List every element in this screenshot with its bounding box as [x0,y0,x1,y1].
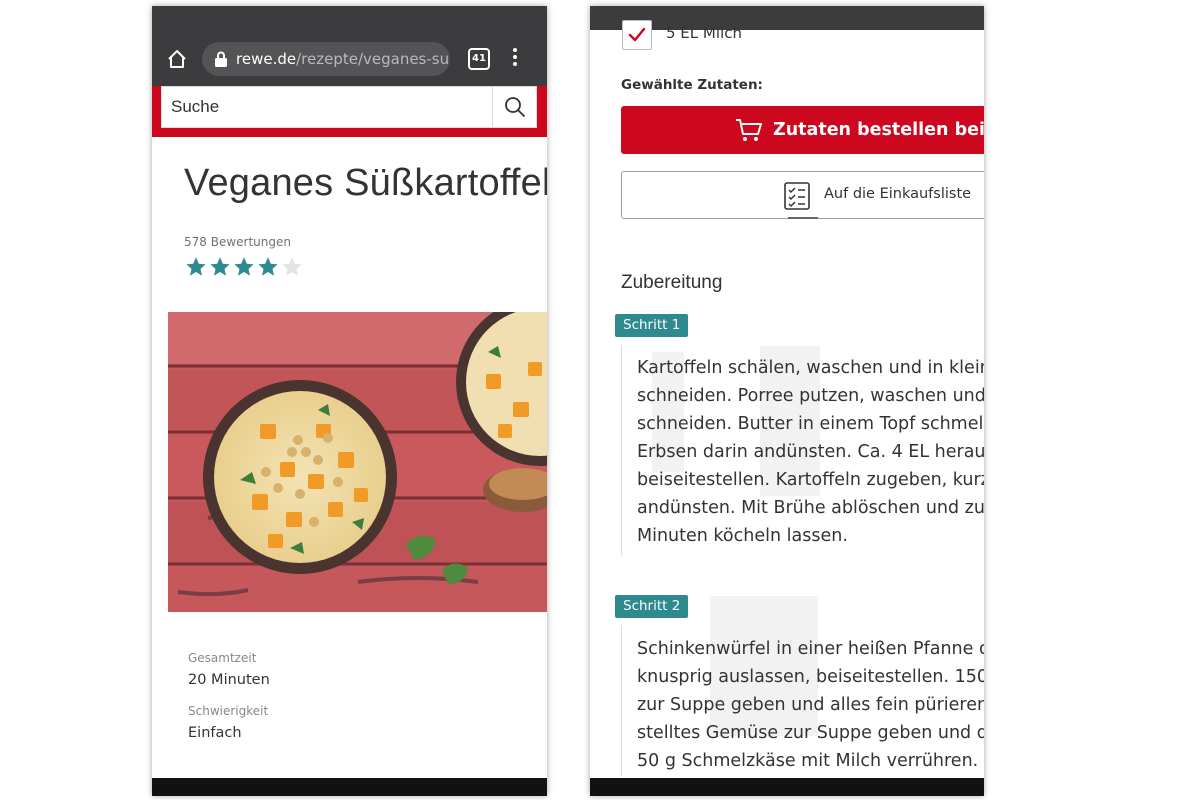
difficulty-value: Einfach [188,725,242,741]
home-icon[interactable] [166,48,188,70]
step-line-text: 50 g Schmelzkäse mit Milch verrühren. Su [637,751,984,771]
recipe-title: Veganes Süßkartoffel-C [184,162,547,204]
total-time-label: Gesamtzeit [188,651,257,665]
step-line-text: beiseitestellen. Kartoffeln zugeben, kur… [637,470,984,490]
step-line-text: andünsten. Mit Brühe ablöschen und zuge [637,498,984,518]
ingredient-label: 5 EL Milch [666,24,742,42]
star-filled-icon [210,257,230,276]
checklist-icon [784,182,810,210]
step-line-text: Schinkenwürfel in einer heißen Pfanne oh [637,639,984,659]
lock-icon [215,51,227,67]
step-line-text: schneiden. Butter in einem Topf schmelze [637,414,984,434]
rating-count: 578 Bewertungen [184,235,291,249]
cart-icon [736,119,762,141]
step-badge: Schritt 2 [615,595,689,618]
check-icon [628,27,646,42]
recipe-photo [168,312,547,612]
left-phone-screen: rewe.de/rezepte/veganes-suc 41 Veganes S… [152,6,547,796]
gap [547,0,590,800]
url-path: /rezepte/veganes-suc [296,50,450,68]
shopping-list-label: Auf die Einkaufsliste [824,186,972,202]
add-to-shopping-list-button[interactable]: Auf die Einkaufsliste [621,171,984,219]
preparation-title: Zubereitung [621,272,723,293]
system-nav-bar [152,778,547,796]
selected-ingredients-label: Gewählte Zutaten: [621,77,763,93]
underline [788,217,818,219]
difficulty-label: Schwierigkeit [188,704,269,718]
system-nav-bar [590,778,984,796]
step-line-text: schneiden. Porree putzen, waschen und in [637,386,984,406]
step-line-text: knusprig auslassen, beiseitestellen. 150… [637,667,984,687]
search-band [152,86,547,137]
step-line-text: Kartoffeln schälen, waschen und in klein… [637,358,984,378]
step-line-text: Erbsen darin andünsten. Ca. 4 EL herausn [637,442,984,462]
search-button[interactable] [492,87,536,127]
step-divider [621,346,622,556]
url-text: rewe.de/rezepte/veganes-suc [236,50,450,68]
search-box [161,86,537,128]
browser-toolbar: rewe.de/rezepte/veganes-suc 41 [152,6,547,86]
tab-count: 41 [472,53,486,64]
ingredient-checkbox[interactable] [622,20,652,50]
step-badge: Schritt 1 [615,314,689,337]
address-bar[interactable]: rewe.de/rezepte/veganes-suc [202,42,450,76]
step-line-text: stelltes Gemüse zur Suppe geben und dar [637,723,984,743]
total-time-value: 20 Minuten [188,672,270,688]
star-empty-icon [282,257,302,276]
search-icon [505,97,525,117]
order-ingredients-button[interactable]: Zutaten bestellen bei REWE [621,106,984,154]
right-phone-screen: 5 EL Milch Gewählte Zutaten: Zutaten bes… [590,6,984,796]
url-domain: rewe.de [236,50,297,68]
menu-icon[interactable] [512,48,518,68]
step-line-text: zur Suppe geben und alles fein pürieren. [637,695,984,715]
star-filled-icon [258,257,278,276]
step-line-text: Minuten köcheln lassen. [637,526,848,546]
order-button-label: Zutaten bestellen bei REWE [773,120,984,140]
rating-stars[interactable] [185,256,305,278]
search-input[interactable] [162,87,503,127]
star-filled-icon [186,257,206,276]
step-text: Kartoffeln schälen, waschen und in klein… [637,354,984,550]
star-filled-icon [234,257,254,276]
step-divider [621,626,622,776]
tabs-icon[interactable]: 41 [468,48,490,70]
step-text: Schinkenwürfel in einer heißen Pfanne oh… [637,635,984,775]
